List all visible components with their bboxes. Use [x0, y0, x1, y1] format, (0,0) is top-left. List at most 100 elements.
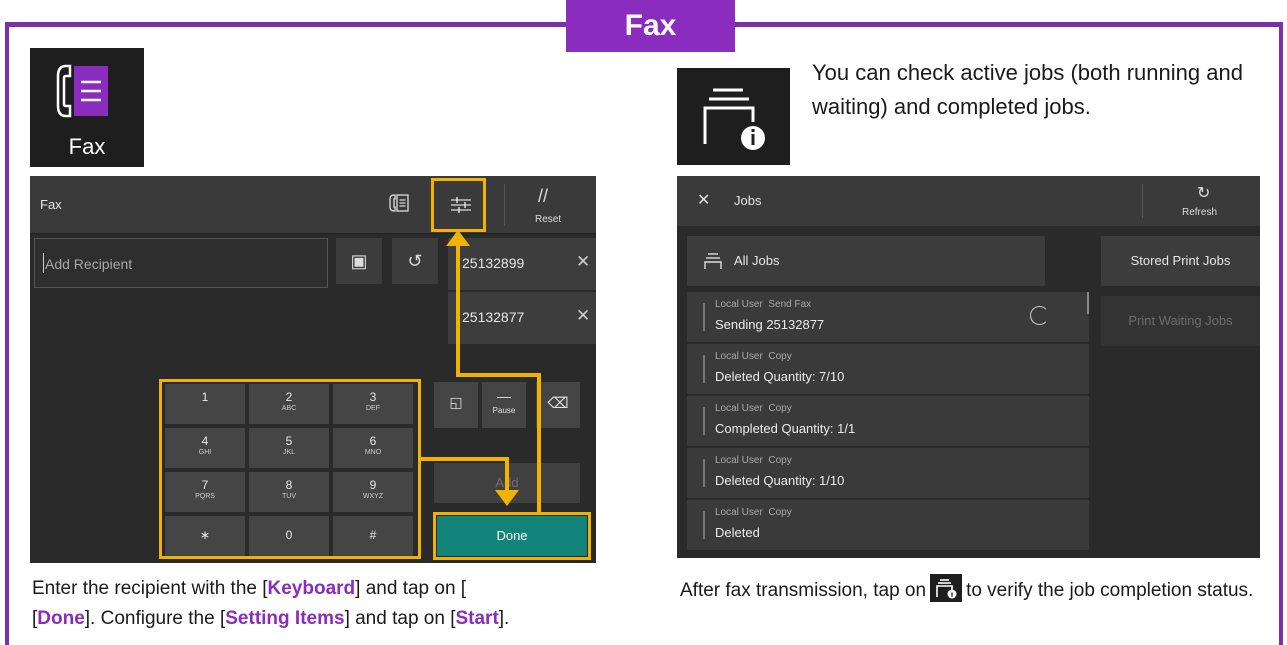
job-user: Local User [715, 351, 763, 362]
refresh-button[interactable]: Refresh [1182, 207, 1217, 218]
caption-text: ]. [498, 608, 510, 629]
keyword-keyboard: Keyboard [267, 578, 356, 599]
job-status-bar [703, 303, 705, 331]
refresh-icon[interactable]: ↻ [1197, 183, 1210, 203]
jobs-status-icon [930, 574, 963, 602]
job-type: Copy [768, 507, 792, 518]
job-row[interactable]: Local User Copy Deleted Quantity: 1/10 [687, 448, 1089, 498]
job-user: Local User [715, 299, 763, 310]
job-type: Send Fax [768, 299, 812, 310]
job-status-bar [703, 407, 705, 435]
address-book-icon: ▣ [350, 251, 368, 271]
pause-label: Pause [492, 406, 516, 415]
job-type: Copy [768, 351, 792, 362]
highlight-keypad [159, 379, 421, 559]
job-status-bar [703, 511, 705, 539]
job-status: Deleted [715, 525, 760, 540]
fax-icon [56, 64, 108, 118]
keyword-setting-items: Setting Items [225, 608, 345, 629]
highlight-done [433, 512, 591, 560]
toolbar-divider [504, 184, 505, 226]
arrow-connector [419, 457, 509, 461]
close-icon[interactable]: ✕ [697, 190, 710, 210]
job-status: Deleted Quantity: 1/10 [715, 473, 845, 488]
job-user: Local User [715, 507, 763, 518]
fax-app-tile[interactable]: Fax [30, 48, 144, 167]
dial-options-button[interactable]: ◱ [434, 382, 478, 428]
frame-border [735, 22, 1283, 27]
frame-border [5, 22, 9, 645]
reset-icon[interactable]: // [538, 186, 548, 207]
all-jobs-button[interactable]: All Jobs [687, 236, 1045, 286]
recipient-number: 25132877 [462, 309, 525, 325]
job-user: Local User [715, 403, 763, 414]
jobs-description: You can check active jobs (both running … [812, 60, 1243, 119]
job-status: Completed Quantity: 1/1 [715, 421, 856, 436]
frame-border [5, 22, 566, 27]
caption-text: ]. Configure the [ [84, 608, 226, 629]
highlight-settings [431, 178, 486, 232]
arrow-connector [537, 373, 541, 513]
address-book-button[interactable]: ▣ [336, 238, 382, 284]
job-row[interactable]: Local User Copy Deleted Quantity: 7/10 [687, 344, 1089, 394]
job-row[interactable]: Local User Send Fax Sending 25132877 [687, 292, 1089, 342]
spinner-icon [1030, 306, 1049, 325]
recipient-entry[interactable]: 25132877 ✕ [448, 292, 596, 344]
instruction-caption: Enter the recipient with the [Keyboard] … [32, 578, 510, 629]
stored-print-jobs-button[interactable]: Stored Print Jobs [1101, 236, 1260, 286]
frame-border [1279, 22, 1283, 645]
keyword-start: Start [455, 608, 499, 629]
jobs-screen: ✕ Jobs ↻ Refresh All Jobs Stored Print J… [677, 176, 1260, 558]
close-icon[interactable]: ✕ [576, 306, 590, 326]
job-user: Local User [715, 455, 763, 466]
job-row[interactable]: Local User Copy Completed Quantity: 1/1 [687, 396, 1089, 446]
history-icon: ↺ [407, 251, 423, 271]
fax-top-bar: Fax // Reset [30, 176, 596, 234]
job-meta: Local User Copy [715, 455, 792, 466]
caption-text: Enter the recipient with the [ [32, 578, 268, 599]
jobs-status-icon [703, 88, 765, 150]
scrollbar[interactable] [1087, 292, 1089, 314]
print-waiting-jobs-button[interactable]: Print Waiting Jobs [1101, 296, 1260, 346]
history-button[interactable]: ↺ [392, 238, 438, 284]
reset-button[interactable]: Reset [535, 214, 561, 225]
recipient-input[interactable]: Add Recipient [34, 238, 328, 288]
job-meta: Local User Copy [715, 403, 792, 414]
caption-text: After fax transmission, tap on [680, 580, 927, 601]
arrow-up-icon [446, 230, 470, 246]
caption-text: ] and tap on [ [355, 578, 467, 599]
dial-options-icon: ◱ [449, 394, 463, 410]
fax-mode-icon[interactable] [388, 192, 410, 214]
jobs-list-icon [704, 253, 722, 269]
caption-text: ] and tap on [ [344, 608, 456, 629]
job-meta: Local User Send Fax [715, 299, 811, 310]
fax-tile-label: Fax [68, 134, 106, 159]
page-title: Fax [566, 0, 735, 52]
backspace-button[interactable]: ⌫ [536, 382, 580, 428]
pause-button[interactable]: — Pause [482, 382, 526, 428]
arrow-down-icon [495, 490, 519, 506]
all-jobs-label: All Jobs [734, 253, 780, 268]
backspace-icon: ⌫ [547, 395, 569, 412]
job-meta: Local User Copy [715, 351, 792, 362]
job-status: Deleted Quantity: 7/10 [715, 369, 845, 384]
job-status: Sending 25132877 [715, 317, 825, 332]
caption-text: to verify the job completion status. [966, 580, 1254, 601]
job-type: Copy [768, 455, 792, 466]
jobs-app-tile[interactable] [677, 68, 790, 165]
job-row[interactable]: Local User Copy Deleted [687, 500, 1089, 550]
job-status-bar [703, 459, 705, 487]
toolbar-divider [1142, 184, 1143, 218]
jobs-screen-title: Jobs [734, 193, 762, 208]
fax-screen-title: Fax [40, 197, 62, 212]
arrow-connector [456, 373, 541, 377]
pause-dash: — [497, 388, 511, 404]
recipient-number: 25132899 [462, 255, 525, 271]
fax-screen: Fax // Reset Add Recipient ▣ ↺ 25132899 … [30, 176, 596, 563]
text-caret [43, 253, 44, 273]
job-type: Copy [768, 403, 792, 414]
close-icon[interactable]: ✕ [576, 252, 590, 272]
instruction-caption: After fax transmission, tap on to verify … [680, 574, 1270, 606]
jobs-top-bar: ✕ Jobs ↻ Refresh [677, 176, 1260, 226]
recipient-placeholder: Add Recipient [45, 256, 133, 272]
